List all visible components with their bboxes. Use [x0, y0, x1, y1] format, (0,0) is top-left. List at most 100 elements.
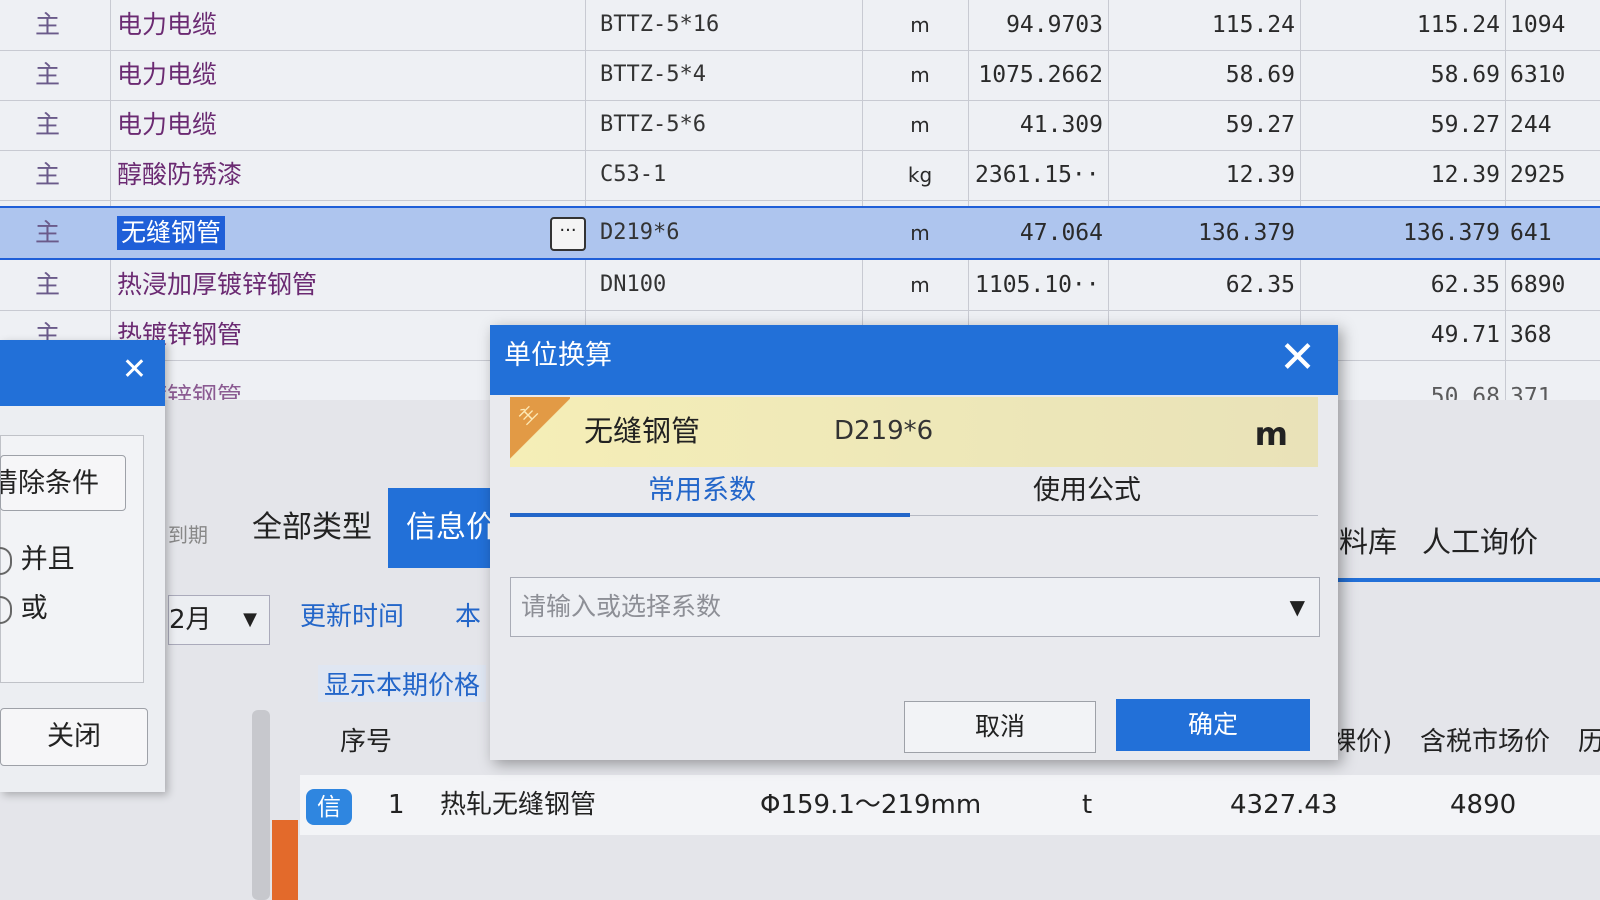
clear-conditions-button[interactable]: 清除条件: [0, 455, 126, 511]
radio-icon: [0, 595, 12, 624]
spec-cell[interactable]: C53-1: [600, 150, 850, 200]
unit-cell[interactable]: m: [870, 260, 970, 310]
radio-and[interactable]: 并且: [0, 537, 75, 576]
coefficient-combobox[interactable]: 请输入或选择系数 ▼: [510, 577, 1320, 637]
spec-cell[interactable]: BTTZ-5*16: [600, 0, 850, 50]
radio-or[interactable]: 或: [0, 586, 48, 625]
name-cell[interactable]: 电力电缆: [117, 100, 587, 150]
material-unit: m: [1254, 415, 1288, 453]
total-cell: 2925: [1510, 162, 1566, 188]
current-period-link[interactable]: 本: [455, 596, 481, 633]
total-cell: 1094: [1510, 12, 1566, 38]
price-cell[interactable]: 59.27: [1115, 100, 1295, 150]
market-price-cell[interactable]: 62.35: [1310, 260, 1500, 310]
radio-or-label: 或: [20, 593, 48, 624]
qty-cell: 1105.10···: [975, 272, 1103, 298]
market-price-cell[interactable]: 49.71: [1310, 310, 1500, 360]
spec-cell[interactable]: BTTZ-5*4: [600, 50, 850, 100]
price-cell[interactable]: 136.379: [1115, 208, 1295, 258]
row-unit: t: [1082, 790, 1093, 820]
show-current-price-button[interactable]: 显示本期价格: [318, 665, 487, 702]
total-cell: 244: [1510, 112, 1552, 138]
name-cell[interactable]: 热浸加厚镀锌钢管: [117, 260, 587, 310]
table-row-selected[interactable]: 主 无缝钢管 ··· D219*6 m 47.064 136.379 136.3…: [0, 206, 1600, 260]
type-cell: 主: [35, 60, 61, 89]
type-cell: 主: [35, 160, 61, 189]
tab-common-coefficient[interactable]: 常用系数: [648, 473, 756, 513]
cancel-button[interactable]: 取消: [904, 701, 1096, 753]
unit-cell[interactable]: m: [870, 100, 970, 150]
close-icon[interactable]: ✕: [122, 352, 147, 387]
row-name: 热轧无缝钢管: [440, 790, 597, 820]
month-value: 2月: [169, 605, 212, 635]
radio-icon: [0, 546, 12, 575]
coefficient-placeholder: 请输入或选择系数: [521, 592, 722, 621]
name-cell[interactable]: 电力电缆: [117, 50, 587, 100]
table-row[interactable]: 主 电力电缆 BTTZ-5*4 m 1075.2662 58.69 58.69 …: [0, 50, 1600, 101]
row-seq: 1: [388, 790, 405, 820]
close-button[interactable]: 关闭: [0, 708, 148, 766]
active-tab-indicator: [510, 513, 910, 517]
total-cell: 368: [1510, 322, 1552, 348]
market-price-cell[interactable]: 50.68: [1310, 372, 1500, 400]
ellipsis-button[interactable]: ···: [550, 217, 586, 251]
name-cell-editing[interactable]: 无缝钢管: [117, 208, 587, 258]
spec-cell[interactable]: DN100: [600, 260, 850, 310]
unit-cell[interactable]: m: [870, 208, 970, 258]
total-cell: 371: [1510, 384, 1552, 400]
main-material-tag: 主: [510, 397, 570, 459]
unit-cell[interactable]: m: [870, 50, 970, 100]
type-cell: 主: [35, 10, 61, 39]
col-header-tax-market-price[interactable]: 含税市场价: [1420, 712, 1550, 772]
total-cell: 641: [1510, 220, 1552, 246]
selected-name-text[interactable]: 无缝钢管: [117, 216, 226, 250]
price-cell[interactable]: 62.35: [1115, 260, 1295, 310]
spec-cell[interactable]: D219*6: [600, 208, 850, 258]
month-select[interactable]: 2月 ▼: [168, 595, 270, 645]
table-row[interactable]: 主 电力电缆 BTTZ-5*6 m 41.309 59.27 59.27 244: [0, 100, 1600, 151]
col-header-more[interactable]: 历: [1578, 712, 1600, 772]
type-cell: 主: [35, 218, 61, 247]
table-row[interactable]: 主 热浸加厚镀锌钢管 DN100 m 1105.10··· 62.35 62.3…: [0, 260, 1600, 311]
market-price-cell[interactable]: 115.24: [1310, 0, 1500, 50]
unit-conversion-dialog: 单位换算 ✕ 主 无缝钢管 D219*6 m 常用系数 使用公式 请输入或选择系…: [490, 325, 1338, 760]
market-price-cell[interactable]: 59.27: [1310, 100, 1500, 150]
total-cell: 6890: [1510, 272, 1566, 298]
price-cell[interactable]: 115.24: [1115, 0, 1295, 50]
dialog-title: 单位换算: [504, 340, 612, 371]
market-price-cell[interactable]: 12.39: [1310, 150, 1500, 200]
tab-labor-inquiry[interactable]: 人工询价: [1422, 502, 1538, 582]
qty-cell: 1075.2662: [978, 62, 1103, 88]
tab-underline: [1310, 578, 1600, 582]
table-row[interactable]: 主 电力电缆 BTTZ-5*16 m 94.9703 115.24 115.24…: [0, 0, 1600, 51]
unit-cell[interactable]: kg: [870, 150, 970, 200]
market-price-cell[interactable]: 58.69: [1310, 50, 1500, 100]
tab-period[interactable]: 到期: [168, 495, 208, 575]
chevron-down-icon: ▼: [243, 609, 257, 630]
spec-cell[interactable]: BTTZ-5*6: [600, 100, 850, 150]
chevron-down-icon[interactable]: ▼: [1290, 578, 1305, 636]
col-header-seq[interactable]: 序号: [340, 712, 392, 772]
table-row[interactable]: 主 醇酸防锈漆 C53-1 kg 2361.15··· 12.39 12.39 …: [0, 150, 1600, 201]
market-price-cell[interactable]: 136.379: [1310, 208, 1500, 258]
tab-use-formula[interactable]: 使用公式: [1033, 473, 1141, 513]
unit-cell[interactable]: m: [870, 0, 970, 50]
qty-cell: 94.9703: [1006, 12, 1103, 38]
scrollbar[interactable]: [252, 710, 270, 900]
dialog-title-bar: 单位换算 ✕: [490, 325, 1338, 395]
row-price: 4327.43: [1230, 790, 1338, 820]
close-icon[interactable]: ✕: [1279, 333, 1316, 383]
price-cell[interactable]: 58.69: [1115, 50, 1295, 100]
clear-conditions-label: 清除条件: [0, 468, 99, 499]
update-time-link[interactable]: 更新时间: [300, 596, 404, 633]
material-spec: D219*6: [834, 416, 934, 446]
type-cell: 主: [35, 110, 61, 139]
name-cell[interactable]: 电力电缆: [117, 0, 587, 50]
material-name: 无缝钢管: [584, 414, 701, 448]
name-cell[interactable]: 醇酸防锈漆: [117, 150, 587, 200]
qty-cell: 47.064: [1019, 220, 1103, 246]
table-row[interactable]: 信 1 热轧无缝钢管 Φ159.1～219mm t 4327.43 4890: [300, 775, 1600, 835]
confirm-button[interactable]: 确定: [1116, 699, 1310, 751]
price-cell[interactable]: 12.39: [1115, 150, 1295, 200]
tab-all-types[interactable]: 全部类型: [252, 488, 372, 568]
